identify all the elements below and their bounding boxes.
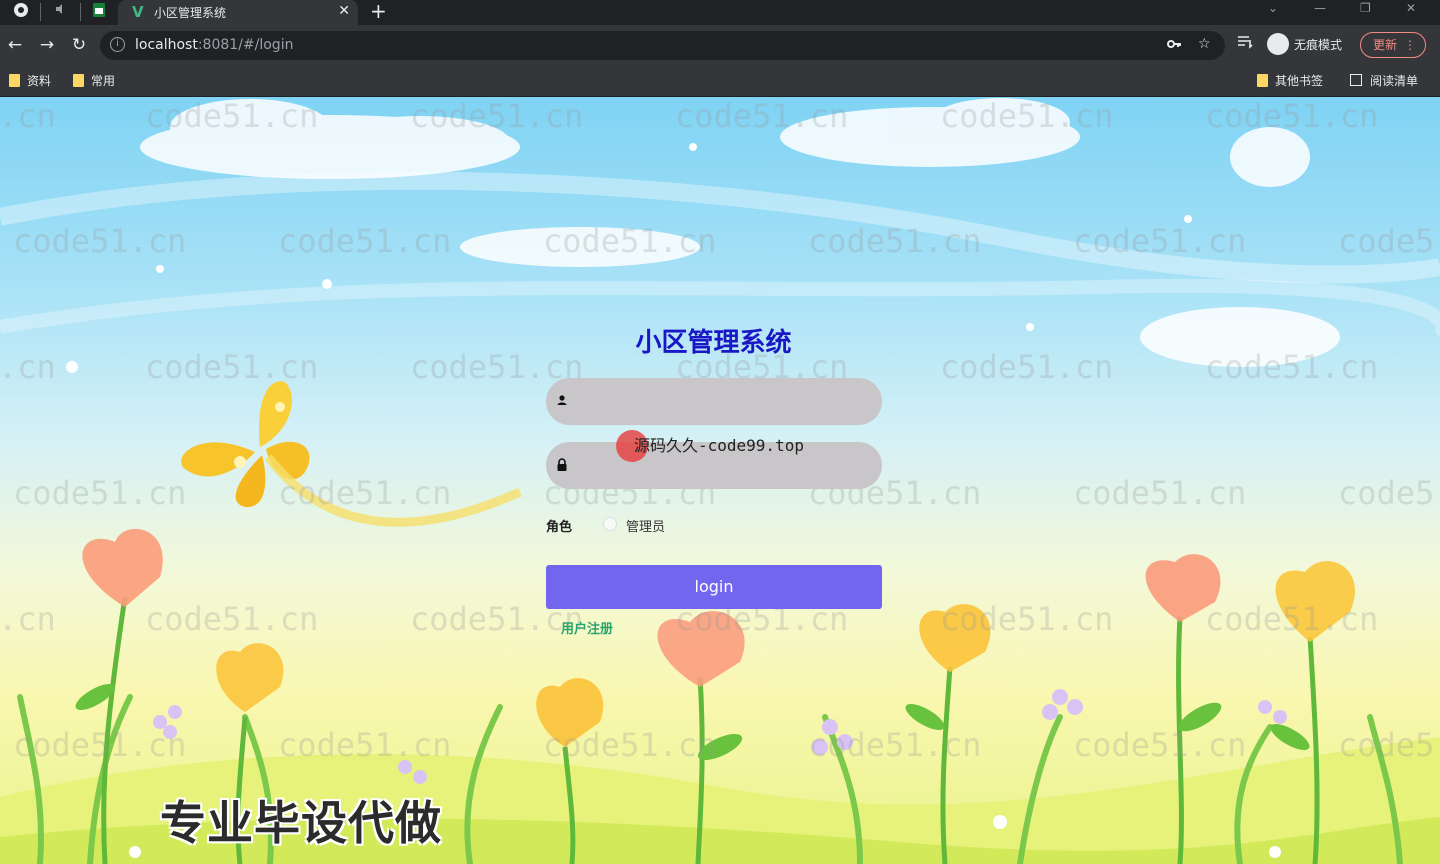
page-viewport: .cn code51.cn code51.cn code51.cn code51… <box>0 97 1440 864</box>
tab-separator <box>80 3 81 21</box>
page-title: 小区管理系统 <box>635 328 792 358</box>
watermark: code51.cn <box>1205 600 1379 638</box>
watermark: code51.cn <box>13 726 187 764</box>
restore-icon[interactable]: ❐ <box>1360 1 1371 15</box>
watermark: code51.cn <box>410 97 584 135</box>
back-icon[interactable]: ← <box>4 34 26 56</box>
incognito-indicator[interactable]: 无痕模式 <box>1267 33 1342 57</box>
watermark: .cn <box>0 348 56 386</box>
watermark: code51.cn <box>1205 348 1379 386</box>
watermark: code51.cn <box>278 222 452 260</box>
vue-icon: V <box>132 3 144 21</box>
url-text[interactable]: localhost:8081/#/login <box>135 37 293 53</box>
address-bar[interactable]: i localhost:8081/#/login ☆ <box>100 31 1225 60</box>
watermark: code51.cn <box>808 222 982 260</box>
watermark: code5 <box>1338 726 1435 764</box>
bookmark-folder-ziliao[interactable]: 资料 <box>9 72 51 90</box>
close-window-icon[interactable]: ✕ <box>1406 1 1416 15</box>
info-icon[interactable]: i <box>110 37 125 52</box>
watermark: code51.cn <box>808 726 982 764</box>
watermark: code51.cn <box>940 97 1114 135</box>
watermark: code51.cn <box>13 222 187 260</box>
reading-list[interactable]: 阅读清单 <box>1350 72 1418 90</box>
tab-search-icon[interactable]: ⌄ <box>1268 1 1278 15</box>
watermark: code51.cn <box>1073 222 1247 260</box>
tab-title: 小区管理系统 <box>154 6 227 20</box>
watermark: code51.cn <box>1073 474 1247 512</box>
key-icon[interactable] <box>1167 36 1182 55</box>
register-link[interactable]: 用户注册 <box>561 618 613 637</box>
incognito-icon <box>1267 33 1289 55</box>
watermark: code5 <box>1338 222 1435 260</box>
watermark: code51.cn <box>940 600 1114 638</box>
role-radio-admin[interactable] <box>603 517 617 531</box>
role-label: 角色 <box>546 520 573 535</box>
role-option-label[interactable]: 管理员 <box>626 516 665 535</box>
watermark: code5 <box>1338 474 1435 512</box>
star-icon[interactable]: ☆ <box>1198 36 1211 52</box>
watermark: .cn <box>0 97 56 135</box>
watermark: code51.cn <box>145 348 319 386</box>
user-icon <box>557 395 567 405</box>
folder-icon <box>1257 74 1268 87</box>
other-bookmarks[interactable]: 其他书签 <box>1257 72 1323 90</box>
tab-separator <box>40 3 41 21</box>
watermark: code51.cn <box>1205 97 1379 135</box>
reload-icon[interactable]: ↻ <box>68 34 90 56</box>
sheets-icon[interactable] <box>88 2 110 22</box>
new-tab-button[interactable]: + <box>370 0 387 22</box>
watermark: code51.cn <box>543 726 717 764</box>
folder-icon <box>73 74 84 87</box>
watermark: code51.cn <box>278 474 452 512</box>
lock-icon <box>557 458 567 471</box>
source-caption: 源码久久-code99.top <box>634 436 804 455</box>
folder-icon <box>9 74 20 87</box>
menu-dots-icon[interactable]: ⋮ <box>1404 33 1416 57</box>
watermark: code51.cn <box>675 97 849 135</box>
reading-list-icon <box>1350 74 1362 86</box>
tab-search-icon[interactable] <box>1237 34 1253 54</box>
browser-toolbar: ← → ↻ i localhost:8081/#/login ☆ 无痕模式 更新… <box>0 25 1440 65</box>
bookmarks-bar: 资料 常用 其他书签 阅读清单 <box>0 65 1440 97</box>
browser-tabbar: V 小区管理系统 ✕ + ⌄ — ❐ ✕ <box>0 0 1440 25</box>
minimize-icon[interactable]: — <box>1314 1 1326 15</box>
watermark: code51.cn <box>13 474 187 512</box>
watermark: .cn <box>0 600 56 638</box>
username-input[interactable] <box>576 378 866 425</box>
watermark: code51.cn <box>145 600 319 638</box>
chrome-icon[interactable] <box>10 2 32 22</box>
speaker-icon[interactable] <box>50 2 72 22</box>
bookmark-folder-changyong[interactable]: 常用 <box>73 72 115 90</box>
watermark: code51.cn <box>543 222 717 260</box>
update-button[interactable]: 更新 ⋮ <box>1360 32 1426 58</box>
watermark: code51.cn <box>1073 726 1247 764</box>
login-button[interactable]: login <box>546 565 882 609</box>
watermark: code51.cn <box>278 726 452 764</box>
tab-close-icon[interactable]: ✕ <box>338 3 350 19</box>
forward-icon[interactable]: → <box>36 34 58 56</box>
watermark: code51.cn <box>940 348 1114 386</box>
promo-banner: 专业毕设代做 <box>160 796 442 850</box>
active-tab[interactable]: V 小区管理系统 ✕ <box>118 0 358 25</box>
username-field[interactable] <box>546 378 882 425</box>
watermark: code51.cn <box>145 97 319 135</box>
